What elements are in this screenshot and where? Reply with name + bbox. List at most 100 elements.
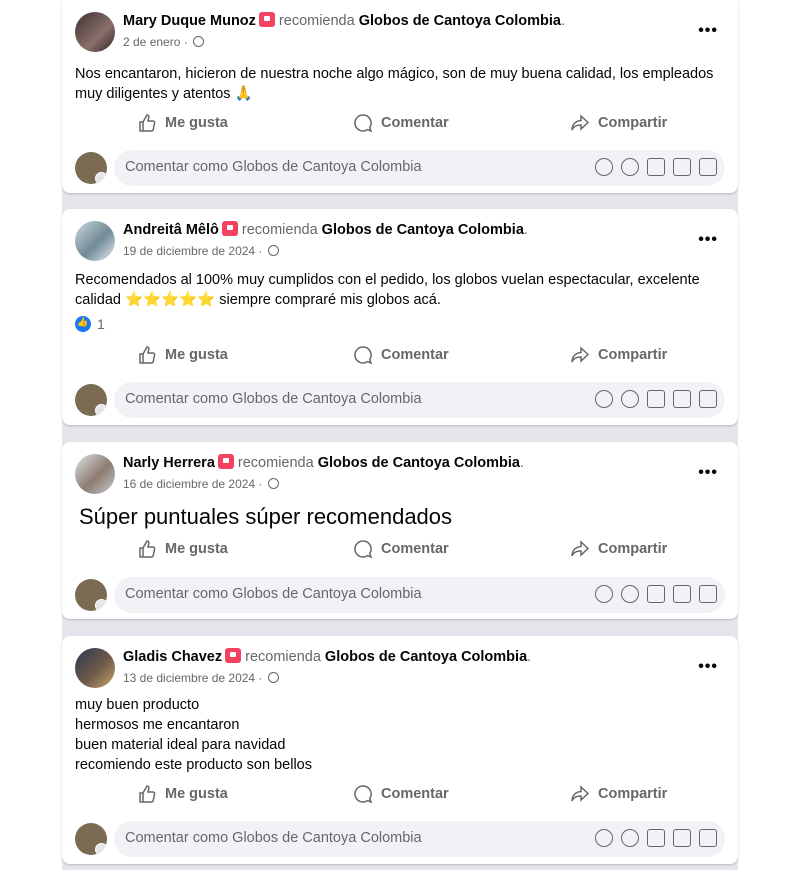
page-name[interactable]: Globos de Cantoya Colombia [359,13,561,29]
post-body: Súper puntuales súper recomendados [79,503,452,531]
avatar[interactable] [75,579,107,611]
post-text-line: Nos encantaron, hicieron de nuestra noch… [75,66,714,82]
post-actions: Me gusta Comentar Compartir [62,338,738,372]
page-name[interactable]: Globos de Cantoya Colombia [322,222,524,238]
comment-button[interactable]: Comentar [353,532,449,566]
comment-placeholder: Comentar como Globos de Cantoya Colombia [125,391,422,407]
post-date-text[interactable]: 19 de diciembre de 2024 [123,244,255,258]
emoji-icon[interactable] [621,829,639,847]
avatar[interactable] [75,384,107,416]
post-date-text[interactable]: 13 de diciembre de 2024 [123,671,255,685]
avatar-icon[interactable] [595,390,613,408]
comment-button[interactable]: Comentar [353,338,449,372]
avatar-icon[interactable] [595,829,613,847]
recommendation-post: Mary Duque Munoz recomienda Globos de Can… [62,0,738,193]
comment-label: Comentar [381,347,449,363]
left-margin [0,0,62,870]
sticker-icon[interactable] [699,390,717,408]
comment-icon [354,346,373,365]
post-text-line: hermosos me encantaron [75,717,240,733]
comment-composer: Comentar como Globos de Cantoya Colombia [62,573,738,617]
comment-placeholder: Comentar como Globos de Cantoya Colombia [125,159,422,175]
gif-icon[interactable] [673,585,691,603]
post-header: Narly Herrera recomienda Globos de Cantoy… [123,454,524,471]
post-date: 19 de diciembre de 2024 · [123,244,279,258]
gif-icon[interactable] [673,829,691,847]
post-text-line: muy diligentes y atentos 🙏 [75,86,253,102]
comment-input[interactable]: Comentar como Globos de Cantoya Colombia [114,382,725,418]
comment-label: Comentar [381,786,449,802]
avatar-icon[interactable] [595,158,613,176]
share-button[interactable]: Compartir [570,532,667,566]
author-avatar[interactable] [75,648,115,688]
comment-placeholder: Comentar como Globos de Cantoya Colombia [125,830,422,846]
more-icon[interactable]: ••• [698,464,718,482]
author-avatar[interactable] [75,221,115,261]
post-actions: Me gusta Comentar Compartir [62,777,738,811]
comment-input[interactable]: Comentar como Globos de Cantoya Colombia [114,150,725,186]
recommendation-post: Narly Herrera recomienda Globos de Cantoy… [62,442,738,619]
comment-icon [354,540,373,559]
author-name[interactable]: Andreitâ Mêlô [123,222,219,238]
camera-icon[interactable] [647,158,665,176]
avatar[interactable] [75,152,107,184]
author-name[interactable]: Narly Herrera [123,455,215,471]
like-label: Me gusta [165,786,228,802]
share-icon [571,114,590,131]
camera-icon[interactable] [647,390,665,408]
emoji-icon[interactable] [621,585,639,603]
post-body: Nos encantaron, hicieron de nuestra noch… [75,64,713,104]
post-date-text[interactable]: 2 de enero [123,35,180,49]
comment-input[interactable]: Comentar como Globos de Cantoya Colombia [114,577,725,613]
like-button[interactable]: Me gusta [137,338,228,372]
like-button[interactable]: Me gusta [137,777,228,811]
camera-icon[interactable] [647,829,665,847]
comment-input[interactable]: Comentar como Globos de Cantoya Colombia [114,821,725,857]
emoji-icon[interactable] [621,390,639,408]
like-button[interactable]: Me gusta [137,532,228,566]
sticker-icon[interactable] [699,158,717,176]
reaction-summary[interactable]: 1 [75,316,105,332]
post-date: 13 de diciembre de 2024 · [123,671,279,685]
like-label: Me gusta [165,115,228,131]
sticker-icon[interactable] [699,585,717,603]
share-button[interactable]: Compartir [570,106,667,140]
author-avatar[interactable] [75,454,115,494]
composer-icons [595,390,717,408]
more-icon[interactable]: ••• [698,658,718,676]
comment-placeholder: Comentar como Globos de Cantoya Colombia [125,586,422,602]
reaction-count: 1 [97,316,105,332]
composer-icons [595,158,717,176]
gif-icon[interactable] [673,390,691,408]
emoji-icon[interactable] [621,158,639,176]
page-name[interactable]: Globos de Cantoya Colombia [318,455,520,471]
like-icon [139,785,156,803]
like-button[interactable]: Me gusta [137,106,228,140]
camera-icon[interactable] [647,585,665,603]
author-name[interactable]: Gladis Chavez [123,649,222,665]
comment-button[interactable]: Comentar [353,106,449,140]
globe-icon [267,672,279,683]
share-button[interactable]: Compartir [570,338,667,372]
recommend-badge-icon [217,454,234,469]
post-date-text[interactable]: 16 de diciembre de 2024 [123,477,255,491]
composer-icons [595,829,717,847]
author-name[interactable]: Mary Duque Munoz [123,13,256,29]
post-text-line: buen material ideal para navidad [75,737,286,753]
post-body: Recomendados al 100% muy cumplidos con e… [75,270,700,310]
avatar-icon[interactable] [595,585,613,603]
share-button[interactable]: Compartir [570,777,667,811]
page-name[interactable]: Globos de Cantoya Colombia [325,649,527,665]
comment-composer: Comentar como Globos de Cantoya Colombia [62,146,738,190]
comment-button[interactable]: Comentar [353,777,449,811]
more-icon[interactable]: ••• [698,22,718,40]
like-label: Me gusta [165,541,228,557]
recommendations-feed: Mary Duque Munoz recomienda Globos de Can… [62,0,738,870]
globe-icon [267,478,279,489]
gif-icon[interactable] [673,158,691,176]
recommends-text: recomienda [245,649,321,665]
sticker-icon[interactable] [699,829,717,847]
author-avatar[interactable] [75,12,115,52]
avatar[interactable] [75,823,107,855]
more-icon[interactable]: ••• [698,231,718,249]
